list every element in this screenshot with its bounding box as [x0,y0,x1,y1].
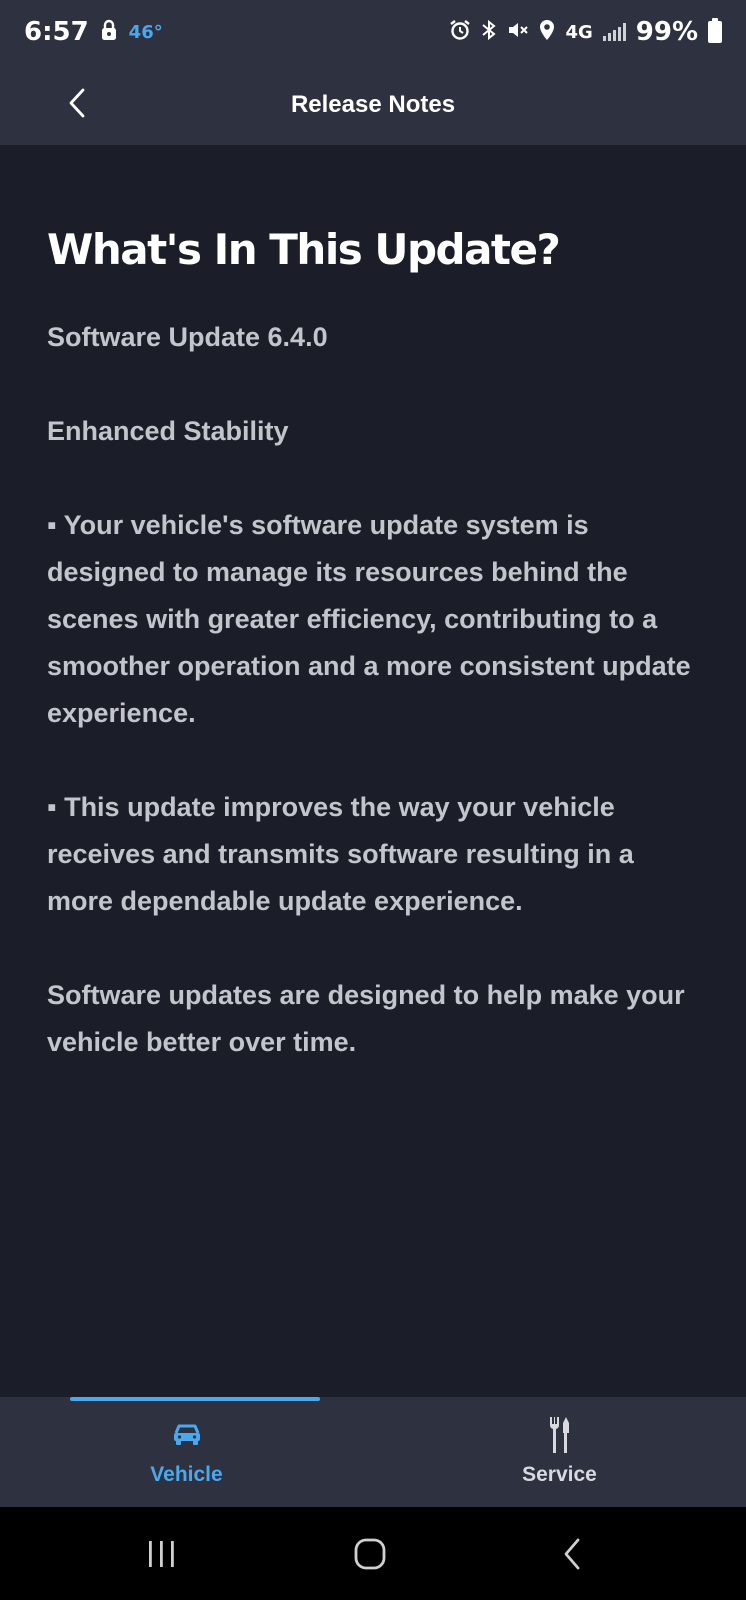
status-left: 6:57 46° [24,17,163,47]
back-button[interactable] [52,78,102,128]
system-nav-bar [0,1507,746,1600]
version-label: Software Update 6.4.0 [47,322,328,352]
status-bar: 6:57 46° 4G 99% [0,0,746,64]
note-paragraph: ▪ This update improves the way your vehi… [47,792,634,916]
network-type: 4G [565,21,593,43]
section-heading: Enhanced Stability [47,416,289,446]
tools-icon [546,1415,574,1455]
alarm-icon [449,19,471,46]
chevron-left-icon [69,88,85,118]
tab-vehicle-label: Vehicle [150,1463,223,1486]
home-icon [354,1538,386,1570]
system-back-button[interactable] [560,1531,584,1577]
bottom-nav: Vehicle Service [0,1397,746,1507]
tab-service-label: Service [522,1463,597,1486]
battery-percent: 99% [635,17,698,47]
status-temperature: 46° [128,21,163,43]
tab-selected-indicator [70,1397,320,1401]
app-header: Release Notes [0,64,746,145]
tab-service[interactable]: Service [373,1397,746,1507]
page-title: What's In This Update? [47,225,561,274]
back-arrow-icon [564,1538,580,1570]
status-right: 4G 99% [449,17,722,47]
mute-icon [507,19,529,46]
closing-paragraph: Software updates are designed to help ma… [47,980,685,1057]
bluetooth-icon [481,19,497,46]
page-header-title: Release Notes [290,90,456,118]
battery-icon [708,18,722,43]
status-time: 6:57 [24,17,89,47]
note-paragraph: ▪ Your vehicle's software update system … [47,510,691,728]
lock-icon [101,19,117,45]
signal-icon [602,23,626,41]
release-notes-content: What's In This Update? Software Update 6… [47,222,707,1113]
tab-vehicle[interactable]: Vehicle [0,1397,373,1507]
recent-apps-button[interactable] [146,1531,178,1577]
recent-apps-icon [149,1541,174,1567]
home-button[interactable] [352,1531,388,1577]
car-icon [172,1415,202,1455]
location-icon [539,19,555,46]
